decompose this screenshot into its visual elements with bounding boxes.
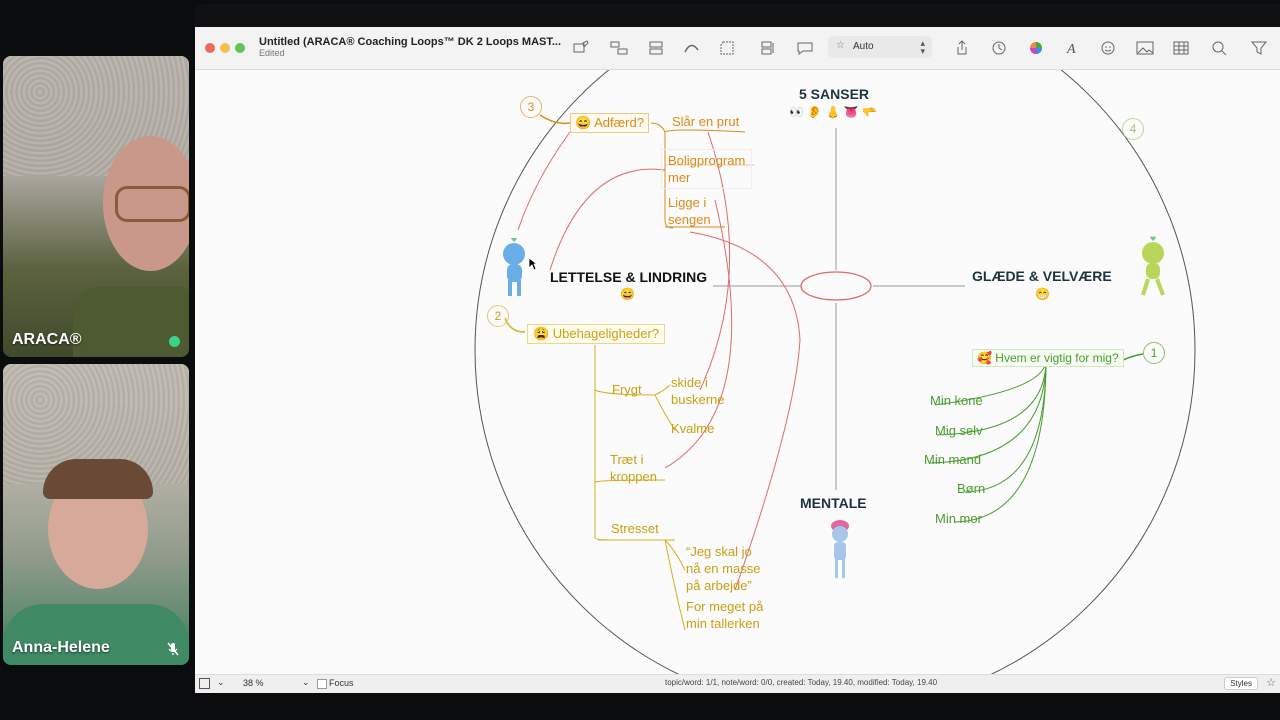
topic-adfaerd[interactable]: 😄 Adfærd? bbox=[570, 113, 649, 133]
window-top-strip bbox=[195, 4, 1280, 27]
filter-icon[interactable] bbox=[1250, 40, 1268, 56]
topic-hvem-er-vigtig[interactable]: 🥰 Hvem er vigtig for mig? bbox=[972, 349, 1124, 367]
chevron-down-icon[interactable]: ⌄ bbox=[217, 677, 225, 688]
chevron-updown-icon: ▴ ▾ bbox=[920, 38, 925, 56]
branch-number-4: 4 bbox=[1122, 118, 1144, 140]
branch-number-2: 2 bbox=[487, 305, 509, 327]
topic-for-meget-paa-min-tallerken[interactable]: For meget på min tallerken bbox=[686, 598, 763, 632]
topic-glaede-emoji: 😁 bbox=[1035, 287, 1050, 301]
search-icon[interactable] bbox=[1210, 40, 1228, 56]
participant-name: ARACA® bbox=[12, 331, 82, 348]
font-icon[interactable]: A bbox=[1063, 40, 1081, 56]
zoom-window-button[interactable] bbox=[235, 43, 245, 53]
history-icon[interactable] bbox=[990, 40, 1008, 56]
topic-min-kone[interactable]: Min kone bbox=[930, 393, 983, 408]
topic-slaar-en-prut[interactable]: Slår en prut bbox=[672, 114, 739, 129]
comment-icon[interactable] bbox=[796, 40, 814, 56]
emoji-icon[interactable] bbox=[1099, 40, 1117, 56]
document-info: topic/word: 1/1, note/word: 0/0, created… bbox=[665, 678, 938, 687]
sidebar-toggle-icon[interactable] bbox=[199, 678, 210, 689]
blue-figure-icon bbox=[503, 238, 525, 296]
topic-traet-i-kroppen[interactable]: Træt i kroppen bbox=[610, 451, 657, 485]
callout-icon[interactable] bbox=[647, 40, 665, 56]
minimize-window-button[interactable] bbox=[220, 43, 230, 53]
muted-mic-icon bbox=[167, 642, 179, 656]
document-status: Edited bbox=[259, 48, 285, 58]
branch-number-1: 1 bbox=[1143, 342, 1165, 364]
color-icon[interactable] bbox=[1027, 40, 1045, 56]
status-bar: ⌄ 38 % ⌄ Focus topic/word: 1/1, note/wor… bbox=[195, 674, 1280, 693]
topic-lettelse-lindring[interactable]: LETTELSE & LINDRING bbox=[550, 269, 707, 285]
table-icon[interactable] bbox=[1172, 40, 1190, 56]
topic-frygt[interactable]: Frygt bbox=[612, 382, 642, 397]
zoom-level[interactable]: 38 % bbox=[243, 678, 264, 688]
topic-min-mor[interactable]: Min mor bbox=[935, 511, 982, 526]
summary-icon[interactable] bbox=[759, 40, 777, 56]
topic-5-sanser[interactable]: 5 SANSER bbox=[799, 86, 869, 102]
senses-emojis: 👀 👂 👃 👅 🫳 bbox=[789, 105, 878, 119]
star-icon: ☆ bbox=[836, 40, 845, 51]
participant-glasses bbox=[115, 186, 189, 222]
topic-mig-selv[interactable]: Mig selv bbox=[935, 423, 983, 438]
mindmap-app-window: Untitled (ARACA® Coaching Loops™ DK 2 Lo… bbox=[195, 27, 1280, 693]
topic-kvalme[interactable]: Kvalme bbox=[671, 421, 714, 436]
topic-ligge-i-sengen[interactable]: Ligge i sengen bbox=[668, 194, 711, 228]
branch-number-3: 3 bbox=[520, 96, 542, 118]
style-select-value: Auto bbox=[853, 41, 874, 52]
topic-mentale[interactable]: MENTALE bbox=[800, 495, 867, 511]
topic-boligprogrammer[interactable]: Boligprogram mer bbox=[661, 149, 753, 189]
boundary-icon[interactable] bbox=[719, 40, 737, 56]
topic-boern[interactable]: Børn bbox=[957, 481, 985, 496]
participant-hair bbox=[43, 459, 153, 499]
topic-ubehageligheder[interactable]: 😩 Ubehageligheder? bbox=[527, 324, 666, 344]
title-bar: Untitled (ARACA® Coaching Loops™ DK 2 Lo… bbox=[195, 27, 1280, 70]
mindmap-canvas[interactable]: 3 4 2 1 5 SANSER 👀 👂 👃 👅 🫳 LETTELSE & LI… bbox=[195, 70, 1280, 675]
share-icon[interactable] bbox=[953, 40, 971, 56]
relationship-icon[interactable] bbox=[683, 40, 701, 56]
document-title: Untitled (ARACA® Coaching Loops™ DK 2 Lo… bbox=[259, 36, 562, 48]
focus-label: Focus bbox=[329, 678, 354, 688]
star-icon[interactable]: ☆ bbox=[1266, 676, 1276, 689]
new-topic-icon[interactable] bbox=[572, 40, 590, 56]
speaking-indicator bbox=[169, 336, 180, 347]
focus-checkbox[interactable] bbox=[317, 679, 327, 689]
svg-text:A: A bbox=[1066, 42, 1076, 56]
styles-button[interactable]: Styles bbox=[1224, 677, 1258, 690]
subtopic-icon[interactable] bbox=[610, 40, 628, 56]
brain-figure-icon bbox=[831, 520, 849, 578]
topic-lettelse-emoji: 😄 bbox=[620, 287, 635, 301]
green-walking-figure-icon bbox=[1141, 236, 1165, 296]
participant-name: Anna-Helene bbox=[12, 639, 110, 656]
topic-min-mand[interactable]: Min mand bbox=[924, 452, 981, 467]
participant-tile-araca[interactable]: ARACA® bbox=[3, 56, 189, 357]
topic-glaede-velvaere[interactable]: GLÆDE & VELVÆRE bbox=[972, 268, 1112, 284]
topic-stresset[interactable]: Stresset bbox=[611, 521, 659, 536]
zoom-chevron-icon[interactable]: ⌄ bbox=[302, 677, 310, 688]
topic-skide-i-buskerne[interactable]: skide i buskerne bbox=[671, 374, 724, 408]
mouse-cursor-icon bbox=[528, 257, 538, 271]
image-icon[interactable] bbox=[1136, 40, 1154, 56]
participant-tile-anna-helene[interactable]: Anna-Helene bbox=[3, 364, 189, 665]
close-window-button[interactable] bbox=[205, 43, 215, 53]
topic-jeg-skal-jo[interactable]: “Jeg skal jo nå en masse på arbejde” bbox=[686, 543, 760, 594]
style-select[interactable]: ☆ Auto ▴ ▾ bbox=[828, 36, 932, 58]
